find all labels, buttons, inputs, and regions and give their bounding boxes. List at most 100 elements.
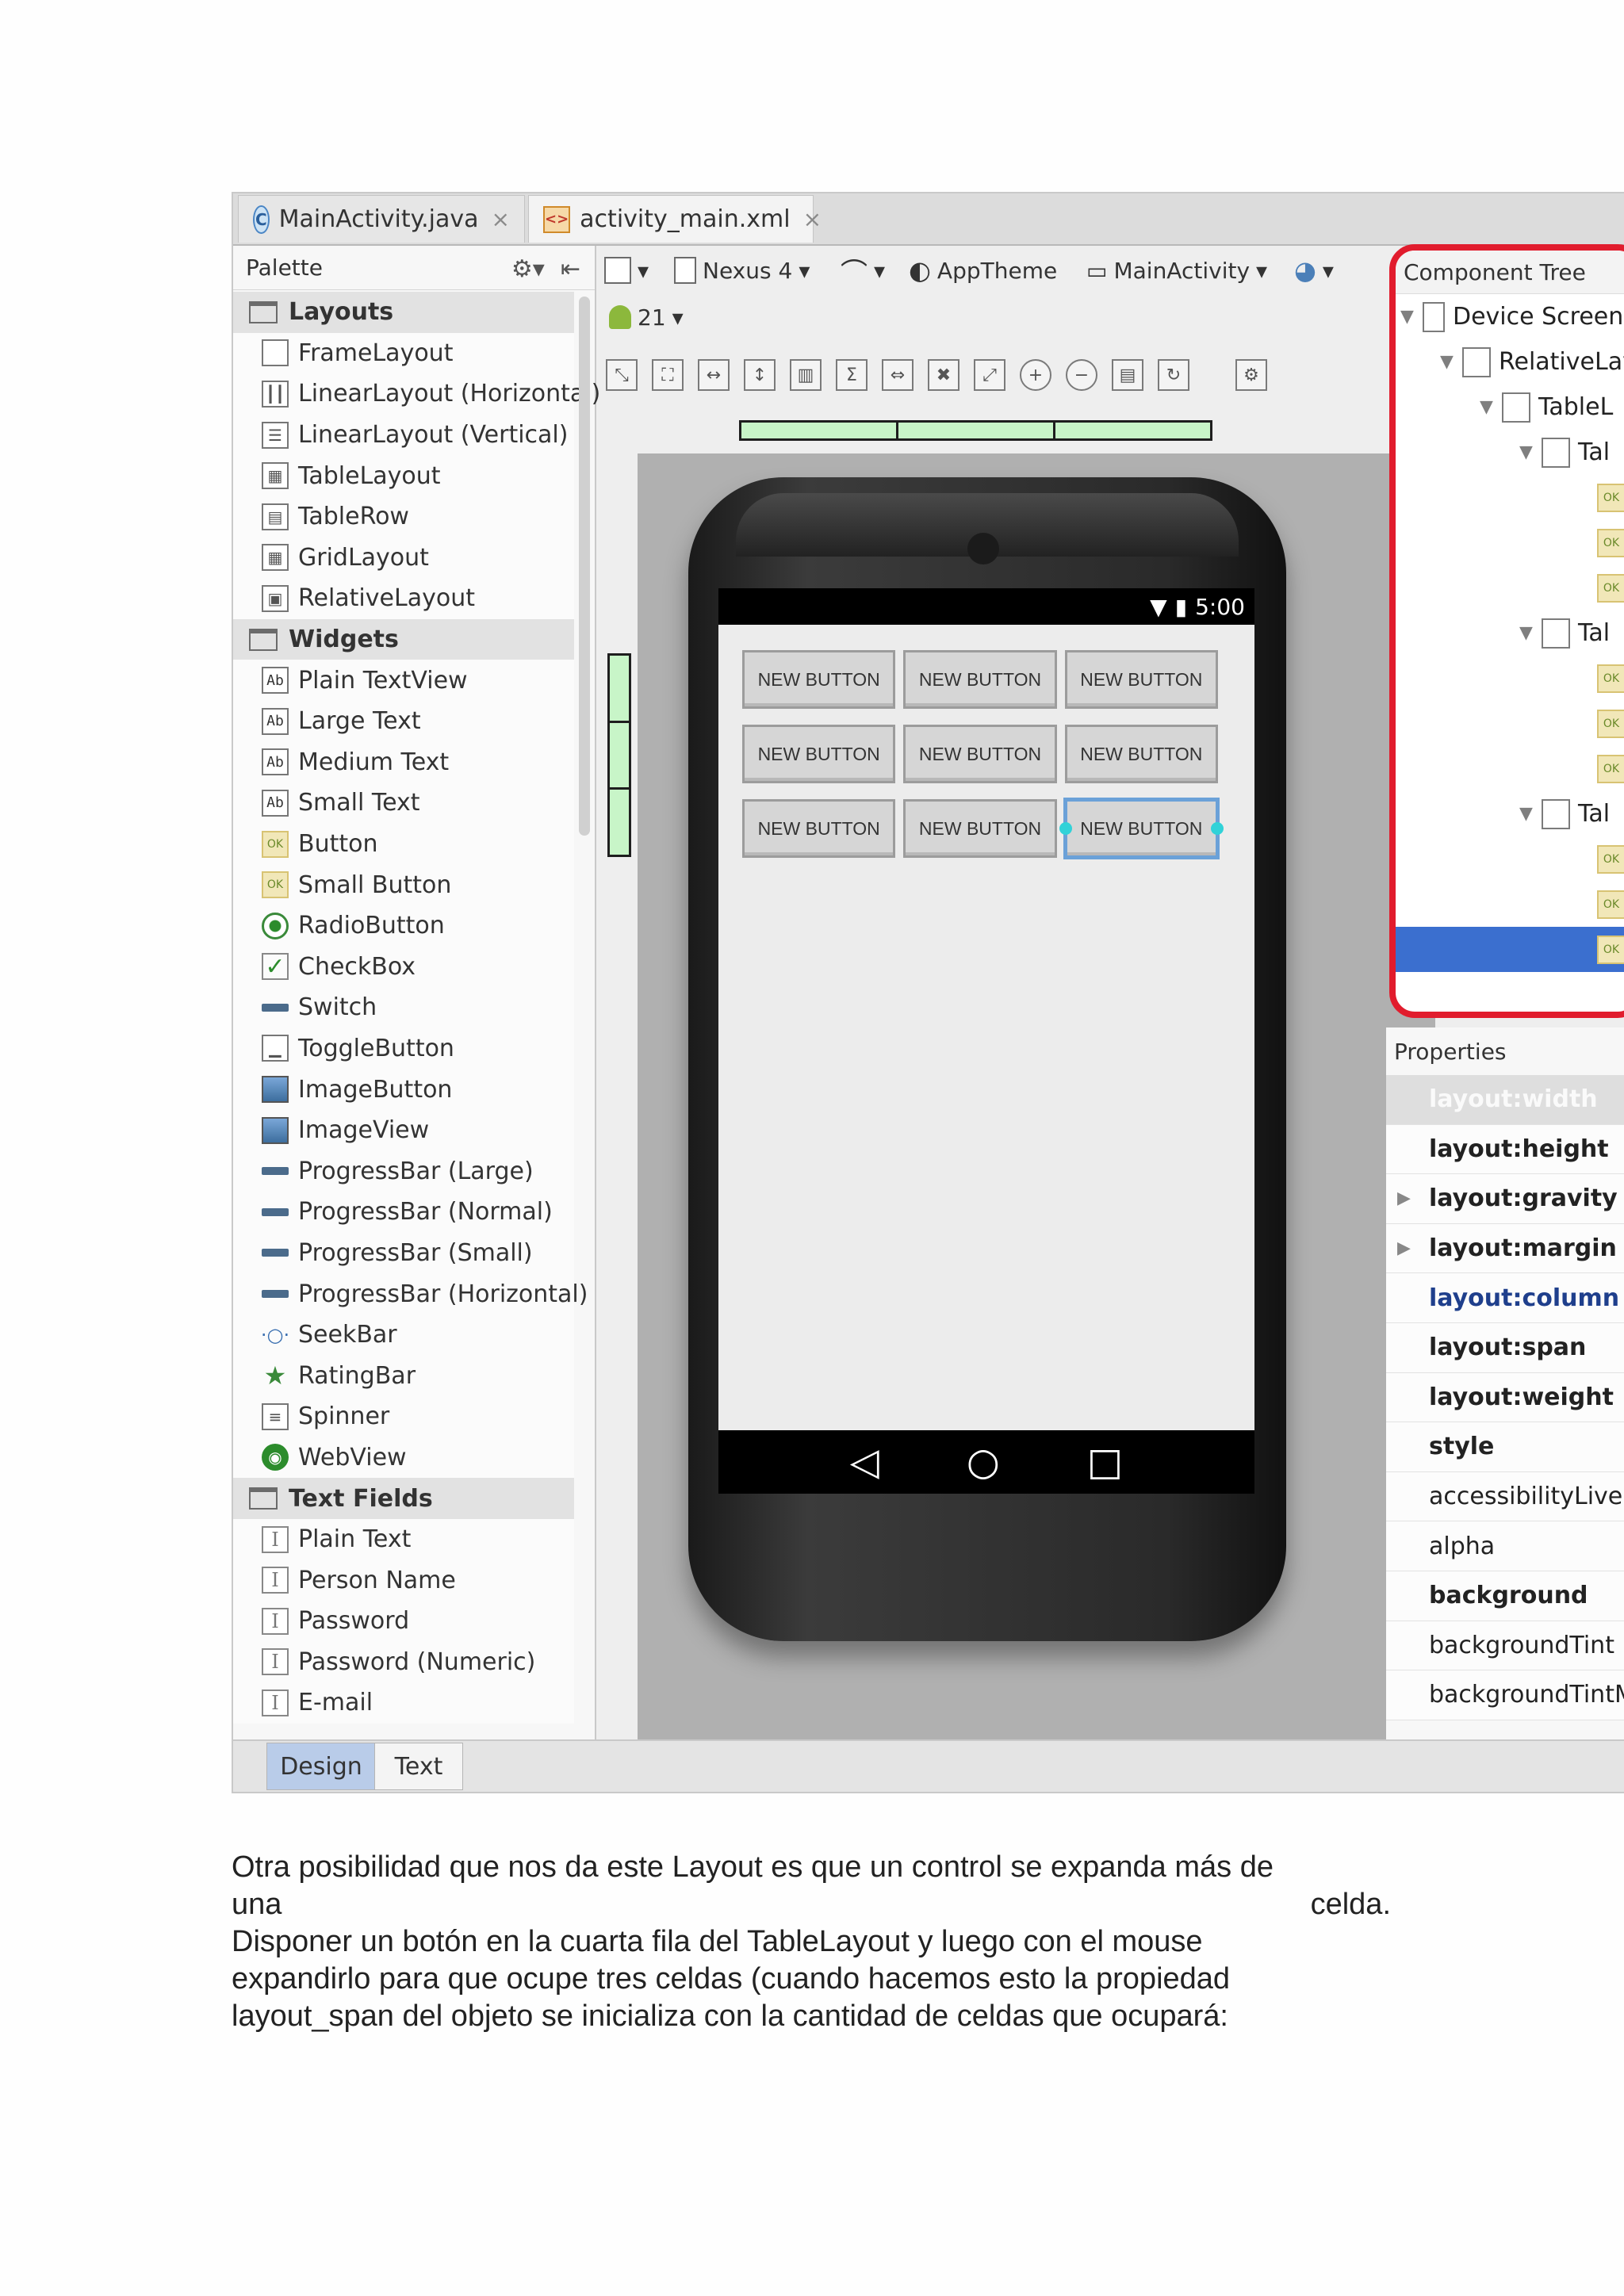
new-button[interactable]: NEW BUTTON [903,799,1057,858]
collapse-panel-icon[interactable]: ⇤ [561,255,580,283]
property-row[interactable]: layout:width [1386,1075,1624,1125]
expand-icon[interactable]: ⤢ [974,359,1005,391]
stretch-icon[interactable]: ⇔ [882,359,914,391]
palette-item[interactable]: ★ RatingBar [233,1355,574,1397]
api-level-dropdown[interactable]: 21 ▾ [609,297,684,338]
palette-item[interactable]: ProgressBar (Normal) [233,1192,574,1233]
page-icon[interactable]: ▤ [1112,359,1143,391]
new-button[interactable]: NEW BUTTON [1064,725,1218,783]
expand-arrow-icon[interactable]: ▶ [1397,1188,1411,1208]
palette-item[interactable]: RadioButton [233,905,574,947]
palette-item[interactable]: ≡ Spinner [233,1396,574,1437]
expand-arrow-icon[interactable]: ▶ [1397,1238,1411,1258]
new-button[interactable]: NEW BUTTON [742,725,896,783]
palette-item[interactable]: I Password (Numeric) [233,1641,574,1683]
palette-item[interactable]: ▁ ToggleButton [233,1027,574,1070]
palette-item[interactable]: Ab Large Text [233,700,574,742]
tree-node-button[interactable]: OK [1396,656,1624,701]
tree-node-device-screen[interactable]: ▼ Device Screen [1396,294,1624,339]
zoom-to-fit-icon[interactable]: ⤡ [606,359,638,391]
expand-triangle-icon[interactable]: ▼ [1480,397,1502,417]
palette-item[interactable]: ✓ CheckBox [233,946,574,988]
tree-node-button[interactable]: OK [1396,520,1624,565]
palette-category-text-fields[interactable]: Text Fields [233,1478,574,1519]
property-row[interactable]: backgroundTint [1386,1621,1624,1671]
tree-node-tablerow[interactable]: ▼ Tal [1396,791,1624,836]
palette-item[interactable]: ☰ LinearLayout (Vertical) [233,414,574,456]
palette-item[interactable]: ·○· SeekBar [233,1314,574,1356]
back-icon[interactable]: ◁ [850,1440,879,1484]
property-row[interactable]: style [1386,1422,1624,1472]
tree-node-tablelayout[interactable]: ▼ TableL [1396,385,1624,430]
palette-item[interactable]: ▦ TableLayout [233,455,574,496]
new-button[interactable]: NEW BUTTON [903,725,1057,783]
palette-item[interactable]: I Plain Text [233,1518,574,1560]
palette-item[interactable]: ◉ WebView [233,1437,574,1479]
palette-scrollbar[interactable] [579,297,590,836]
property-row[interactable]: background [1386,1571,1624,1621]
gear-icon[interactable]: ⚙▾ [511,255,545,283]
palette-item[interactable]: ┃┃ LinearLayout (Horizontal) [233,373,600,415]
tree-node-button[interactable]: OK [1396,882,1624,927]
tree-node-button[interactable]: OK [1396,746,1624,791]
zoom-out-icon[interactable]: − [1066,359,1097,391]
new-button[interactable]: NEW BUTTON [742,650,896,709]
activity-dropdown[interactable]: ▭ MainActivity ▾ [1086,246,1267,295]
property-row[interactable]: backgroundTintM [1386,1670,1624,1720]
fill-height-icon[interactable]: ↕ [744,359,776,391]
palette-item[interactable]: Switch [233,987,574,1028]
tab-mainactivity-java[interactable]: C MainActivity.java × [238,195,525,243]
palette-item[interactable]: I Person Name [233,1559,574,1601]
selected-new-button[interactable]: NEW BUTTON [1059,799,1224,858]
remove-column-icon[interactable]: ✖ [928,359,959,391]
fill-layout-icon[interactable]: ⛶ [652,359,684,391]
sum-icon[interactable]: Σ [836,359,868,391]
new-button[interactable]: NEW BUTTON [742,799,896,858]
palette-item[interactable]: OK Button [233,823,574,865]
palette-item[interactable]: OK Small Button [233,864,574,905]
expand-triangle-icon[interactable]: ▼ [1519,804,1542,824]
palette-item[interactable]: ▣ RelativeLayout [233,578,574,619]
locale-dropdown[interactable]: ◕ ▾ [1294,246,1334,295]
property-row[interactable]: layout:weight [1386,1372,1624,1423]
tree-node-button[interactable]: OK [1396,475,1624,520]
tree-node-button[interactable]: OK [1396,701,1624,746]
palette-item[interactable]: ProgressBar (Small) [233,1232,574,1274]
palette-item[interactable]: ▦ GridLayout [233,537,574,579]
property-row[interactable]: layout:span [1386,1322,1624,1373]
property-row[interactable]: alpha [1386,1521,1624,1571]
expand-triangle-icon[interactable]: ▼ [1400,307,1423,327]
recents-icon[interactable]: □ [1087,1440,1123,1484]
tree-node-button-selected[interactable]: OK [1396,927,1624,972]
palette-item[interactable]: Ab Small Text [233,783,574,824]
settings-gear-icon[interactable]: ⚙ [1235,359,1267,391]
close-icon[interactable]: × [803,206,822,232]
palette-item[interactable]: ImageButton [233,1069,574,1110]
design-canvas[interactable]: ▼ ▮ 5:00 NEW BUTTON NEW BUTTON NEW BUTTO… [638,453,1435,1739]
new-button[interactable]: NEW BUTTON [1064,650,1218,709]
property-row[interactable]: layout:height [1386,1124,1624,1175]
tree-node-relativelayout[interactable]: ▼ RelativeLay [1396,339,1624,385]
tree-node-tablerow[interactable]: ▼ Tal [1396,610,1624,656]
tab-activity-main-xml[interactable]: <> activity_main.xml × [528,195,822,243]
property-row[interactable]: layout:column [1386,1273,1624,1323]
tree-node-button[interactable]: OK [1396,836,1624,882]
tab-text[interactable]: Text [374,1743,463,1790]
tree-node-tablerow[interactable]: ▼ Tal [1396,430,1624,475]
refresh-icon[interactable]: ↻ [1158,359,1189,391]
palette-category-widgets[interactable]: Widgets [233,618,574,660]
tab-design[interactable]: Design [266,1743,376,1790]
palette-item[interactable]: I Password [233,1601,574,1642]
expand-triangle-icon[interactable]: ▼ [1519,623,1542,643]
property-row[interactable]: accessibilityLiveRe [1386,1471,1624,1522]
property-row-expandable[interactable]: ▶ layout:margin [1386,1223,1624,1274]
device-dropdown[interactable]: Nexus 4 ▾ [674,246,810,295]
palette-item[interactable]: ▤ TableRow [233,496,574,538]
expand-triangle-icon[interactable]: ▼ [1440,352,1462,372]
palette-item[interactable]: Ab Plain TextView [233,660,574,701]
palette-item[interactable]: ProgressBar (Large) [233,1150,574,1192]
palette-category-layouts[interactable]: Layouts [233,292,574,333]
zoom-in-icon[interactable]: + [1020,359,1051,391]
fill-width-icon[interactable]: ↔ [698,359,730,391]
expand-triangle-icon[interactable]: ▼ [1519,442,1542,462]
